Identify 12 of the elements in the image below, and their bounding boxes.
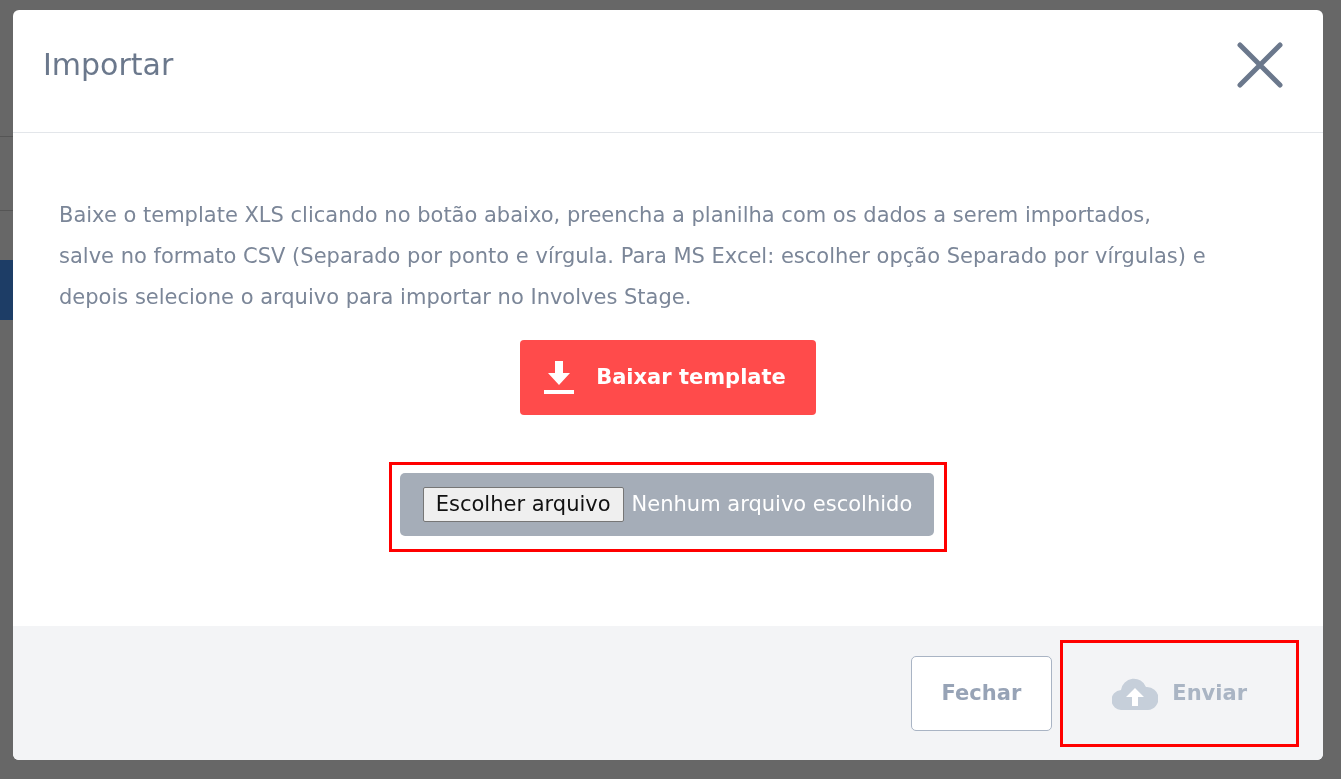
file-input[interactable]: Escolher arquivo Nenhum arquivo escolhido bbox=[399, 473, 935, 536]
instructions-text: Baixe o template XLS clicando no botão abaixo, preencha a planilha com os dados a serem importados, salve no formato CSV (Separado por ponto e vírgula. Para MS Excel: escolher opção Separado por vírgulas) e depois selecione o arquivo para importar no Involves Stage. bbox=[59, 202, 1207, 311]
dialog-title: Importar bbox=[43, 47, 174, 83]
close-button[interactable] bbox=[1237, 42, 1283, 88]
close-dialog-button[interactable]: Fechar bbox=[910, 656, 1053, 731]
file-status-text: Nenhum arquivo escolhido bbox=[631, 490, 913, 518]
download-template-button[interactable]: Baixar template bbox=[520, 340, 816, 415]
upload-cloud-icon bbox=[1112, 677, 1159, 710]
sidebar-highlight bbox=[0, 260, 13, 320]
download-icon bbox=[544, 360, 575, 395]
close-icon bbox=[1237, 42, 1283, 88]
choose-file-button[interactable]: Escolher arquivo bbox=[422, 486, 624, 523]
